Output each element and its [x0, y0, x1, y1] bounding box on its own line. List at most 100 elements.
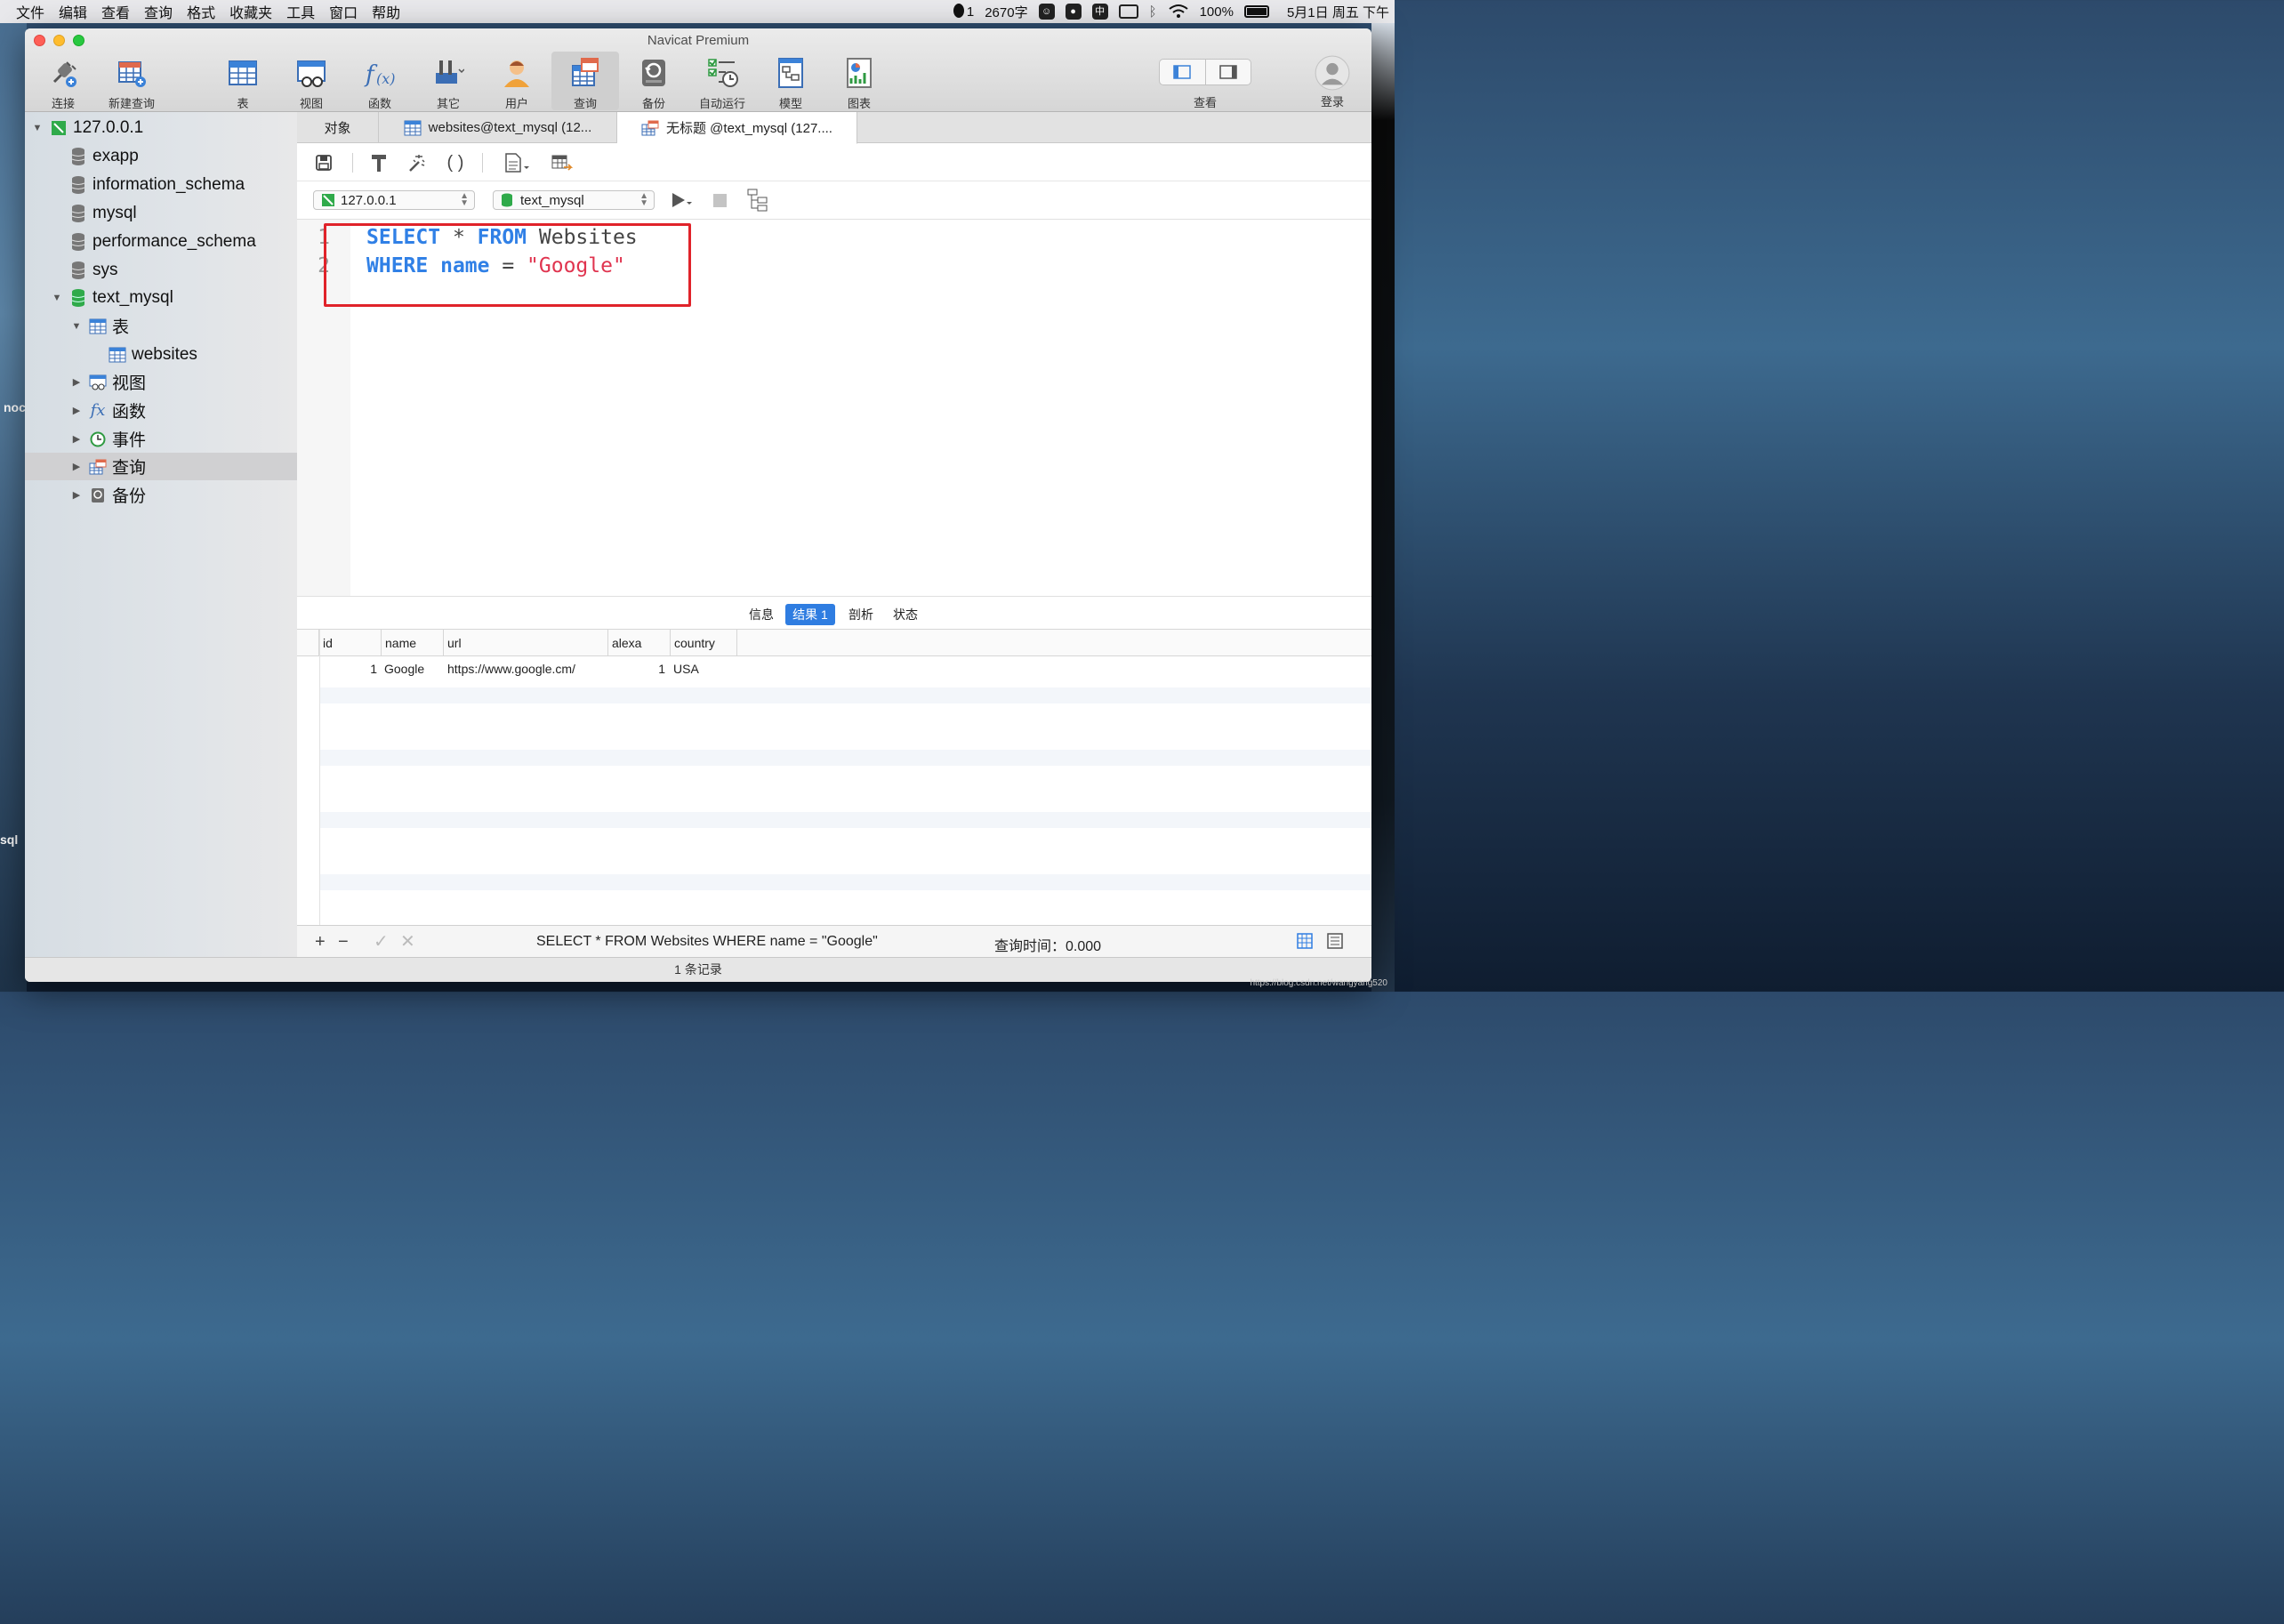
- connection-select[interactable]: 127.0.0.1 ▲ ▼: [313, 190, 475, 210]
- tab-untitled-query[interactable]: 无标题 @text_mysql (127....: [617, 112, 857, 144]
- database-select[interactable]: text_mysql ▲ ▼: [493, 190, 655, 210]
- query-toolbar: ( ): [297, 144, 1371, 181]
- tab-result-1[interactable]: 结果 1: [785, 604, 835, 625]
- cell-id[interactable]: 1: [320, 656, 377, 681]
- save-button[interactable]: [313, 152, 334, 173]
- disclosure-expanded-icon[interactable]: ▼: [32, 123, 43, 133]
- form-view-button[interactable]: [1327, 933, 1343, 953]
- microphone-icon[interactable]: ●: [1065, 4, 1082, 20]
- disclosure-collapsed-icon[interactable]: ▶: [71, 489, 82, 501]
- cell-name[interactable]: Google: [384, 656, 424, 681]
- tree-item-database[interactable]: sys: [25, 256, 297, 284]
- show-sidebar-button[interactable]: [1160, 60, 1206, 84]
- new-query-icon: [118, 61, 146, 87]
- word-count[interactable]: 2670字: [985, 3, 1027, 21]
- grid-view-button[interactable]: [1297, 933, 1313, 953]
- tree-item-database[interactable]: mysql: [25, 199, 297, 227]
- column-header-id[interactable]: id: [318, 630, 381, 656]
- menu-format[interactable]: 格式: [183, 1, 226, 22]
- run-button[interactable]: [671, 191, 692, 213]
- toolbar-table-button[interactable]: 表: [209, 52, 277, 110]
- tree-item-events[interactable]: ▶ 事件: [25, 425, 297, 453]
- emoji-icon[interactable]: ☺: [1038, 4, 1055, 20]
- toolbar-model-button[interactable]: 模型: [757, 52, 824, 110]
- toolbar-other-button[interactable]: 其它: [414, 52, 482, 110]
- toolbar-view-button[interactable]: 视图: [277, 52, 345, 110]
- tab-objects[interactable]: 对象: [297, 112, 379, 143]
- tree-item-database[interactable]: information_schema: [25, 171, 297, 198]
- toolbar-user-button[interactable]: 用户: [483, 52, 551, 110]
- tree-item-queries[interactable]: ▶ 查询: [25, 453, 297, 480]
- disclosure-collapsed-icon[interactable]: ▶: [71, 461, 82, 472]
- tree-item-tables[interactable]: ▼ 表: [25, 312, 297, 340]
- discard-button[interactable]: ✕: [400, 933, 415, 951]
- wifi-icon[interactable]: [1168, 4, 1189, 20]
- tree-item-functions[interactable]: ▶ fx 函数: [25, 397, 297, 424]
- menu-view[interactable]: 查看: [98, 1, 141, 22]
- toolbar-backup-button[interactable]: 备份: [620, 52, 688, 110]
- tree-item-backups[interactable]: ▶ 备份: [25, 481, 297, 509]
- menu-favorites[interactable]: 收藏夹: [226, 1, 283, 22]
- tree-item-database[interactable]: exapp: [25, 142, 297, 170]
- qq-icon: [953, 4, 964, 18]
- add-row-button[interactable]: +: [315, 933, 326, 951]
- toolbar-connect-button[interactable]: 连接: [29, 52, 97, 110]
- beautify-button[interactable]: [406, 152, 427, 173]
- disclosure-expanded-icon[interactable]: ▼: [52, 293, 62, 303]
- query-editor-area: 对象 websites@text_mysql (12... 无标题 @text_…: [297, 112, 1371, 957]
- explain-button[interactable]: [551, 152, 573, 173]
- disclosure-collapsed-icon[interactable]: ▶: [71, 405, 82, 416]
- tree-item-connection[interactable]: ▼ 127.0.0.1: [25, 114, 297, 141]
- login-button[interactable]: 登录: [1299, 52, 1366, 110]
- tree-item-views[interactable]: ▶ 视图: [25, 368, 297, 396]
- toolbar-chart-button[interactable]: 图表: [825, 52, 893, 110]
- display-icon[interactable]: [1118, 4, 1138, 19]
- tree-item-database-open[interactable]: ▼ text_mysql: [25, 284, 297, 311]
- cell-alexa[interactable]: 1: [603, 656, 665, 681]
- cell-url[interactable]: https://www.google.cm/: [447, 656, 575, 681]
- tree-item-table[interactable]: websites: [25, 341, 297, 368]
- menu-tools[interactable]: 工具: [283, 1, 326, 22]
- table-row[interactable]: 1 Google https://www.google.cm/ 1 USA: [320, 656, 1371, 687]
- menu-query[interactable]: 查询: [141, 1, 183, 22]
- cell-country[interactable]: USA: [673, 656, 699, 681]
- tab-info[interactable]: 信息: [742, 604, 781, 625]
- apply-button[interactable]: ✓: [374, 933, 389, 951]
- show-info-pane-button[interactable]: [1206, 60, 1251, 84]
- stop-button[interactable]: [713, 194, 727, 207]
- toolbar-user-label: 用户: [504, 97, 528, 110]
- column-header-url[interactable]: url: [443, 630, 607, 656]
- battery-icon[interactable]: [1243, 5, 1269, 18]
- menu-help[interactable]: 帮助: [368, 1, 411, 22]
- toolbar-function-button[interactable]: f (x) 函数: [346, 52, 414, 110]
- sql-editor[interactable]: 1 SELECT * FROM Websites 2 WHERE name = …: [297, 219, 1371, 596]
- disclosure-collapsed-icon[interactable]: ▶: [71, 433, 82, 445]
- toolbar-automation-button[interactable]: 自动运行: [688, 52, 756, 110]
- column-header-name[interactable]: name: [381, 630, 443, 656]
- column-header-alexa[interactable]: alexa: [607, 630, 670, 656]
- explain-plan-button[interactable]: [747, 189, 768, 216]
- tab-profile[interactable]: 剖析: [841, 604, 881, 625]
- datetime[interactable]: 5月1日 周五 下午: [1287, 3, 1389, 21]
- column-header-country[interactable]: country: [670, 630, 737, 656]
- menu-window[interactable]: 窗口: [326, 1, 368, 22]
- menu-file[interactable]: 文件: [12, 1, 55, 22]
- disclosure-collapsed-icon[interactable]: ▶: [71, 376, 82, 388]
- toolbar-query-button[interactable]: 查询: [551, 52, 619, 110]
- input-method-icon[interactable]: 中: [1091, 4, 1108, 20]
- battery-percent[interactable]: 100%: [1200, 4, 1234, 20]
- delete-row-button[interactable]: −: [338, 933, 349, 951]
- disclosure-expanded-icon[interactable]: ▼: [71, 321, 82, 332]
- tab-status[interactable]: 状态: [886, 604, 925, 625]
- tools-icon: [436, 60, 464, 84]
- export-button[interactable]: [502, 152, 534, 173]
- tab-websites-table[interactable]: websites@text_mysql (12...: [379, 112, 617, 143]
- backup-icon: [89, 486, 107, 504]
- tree-item-database[interactable]: performance_schema: [25, 228, 297, 255]
- menu-edit[interactable]: 编辑: [55, 1, 98, 22]
- toolbar-new-query-button[interactable]: 新建查询: [98, 52, 165, 110]
- bluetooth-icon[interactable]: ᛒ: [1149, 4, 1157, 20]
- format-button[interactable]: [368, 152, 390, 173]
- code-snippet-button[interactable]: ( ): [445, 152, 466, 173]
- qq-status[interactable]: 1: [953, 4, 974, 20]
